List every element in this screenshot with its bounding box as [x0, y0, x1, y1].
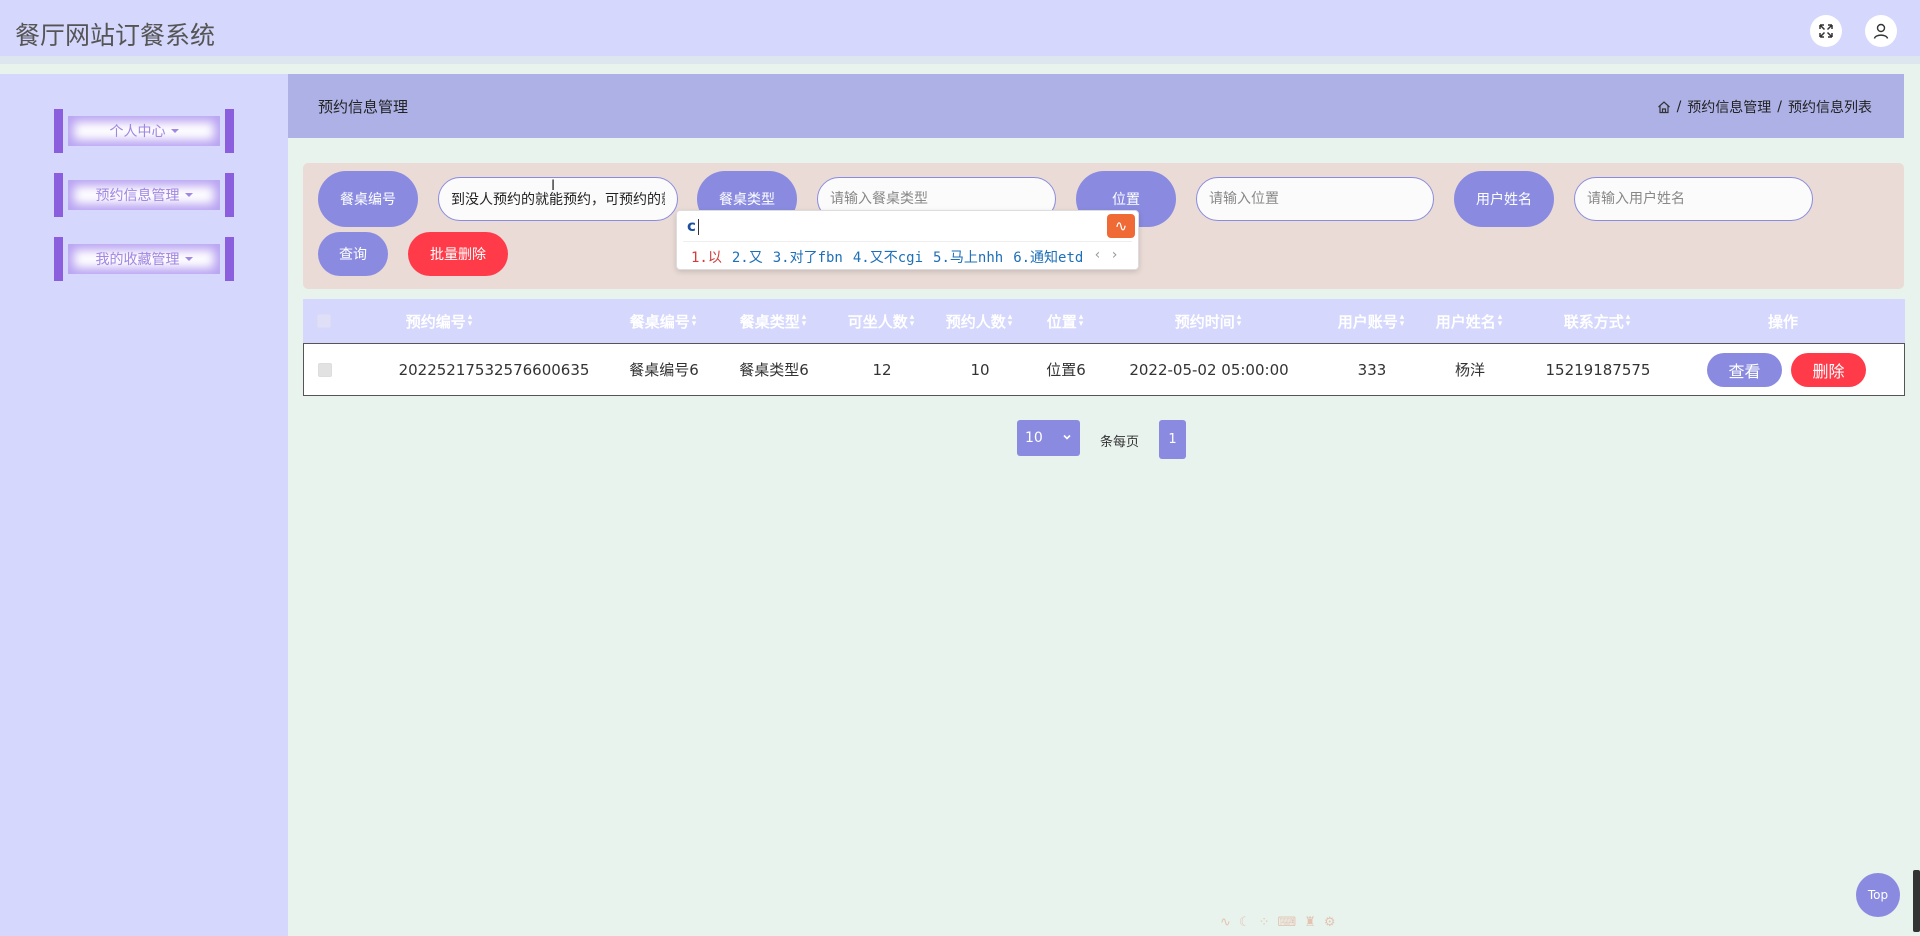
cell-capacity: 12 — [872, 360, 892, 379]
column-header[interactable]: 预约时间 ▴ ▾ — [1103, 299, 1313, 343]
ime-candidate[interactable]: 1.以 — [691, 247, 722, 267]
cell-user-name: 杨洋 — [1454, 361, 1485, 379]
cell-booking-no: 20225217532576600635 — [398, 360, 590, 379]
table-row: 20225217532576600635 餐桌编号6 餐桌类型6 12 10 位… — [303, 343, 1905, 396]
ime-toolbar-shirt-icon: ♜ — [1304, 914, 1316, 930]
user-name-input[interactable] — [1574, 177, 1813, 221]
column-header[interactable]: 餐桌类型 ▴ ▾ — [723, 299, 823, 343]
sidebar-item-label: 我的收藏管理 — [95, 252, 180, 268]
sort-icon: ▴ ▾ — [1007, 312, 1013, 329]
ime-candidate[interactable]: 4.又不cgi — [853, 247, 923, 267]
sidebar: 个人中心 预约信息管理 我的收藏管理 — [0, 74, 288, 936]
scrollbar-handle[interactable] — [1913, 870, 1920, 932]
ime-typed-text: c — [687, 217, 699, 235]
sort-icon: ▴ ▾ — [801, 312, 807, 329]
column-header[interactable]: 用户账号 ▴ ▾ — [1323, 299, 1419, 343]
breadcrumb-item[interactable]: 预约信息管理 — [1687, 97, 1771, 117]
ime-candidate[interactable]: 6.通知etd — [1013, 247, 1083, 267]
select-all-checkbox[interactable] — [317, 314, 331, 328]
column-header[interactable]: 可坐人数 ▴ ▾ — [833, 299, 929, 343]
sidebar-item-label: 个人中心 — [109, 124, 166, 140]
breadcrumb-separator: / — [1777, 99, 1782, 115]
page-title: 预约信息管理 — [318, 98, 409, 116]
ime-candidate[interactable]: 3.对了fbn — [773, 247, 843, 267]
column-header[interactable]: 联系方式 ▴ ▾ — [1527, 299, 1667, 343]
caret-down-icon — [170, 129, 179, 133]
batch-delete-button[interactable]: 批量删除 — [408, 232, 508, 276]
caret-down-icon — [184, 193, 193, 197]
breadcrumb-item: 预约信息列表 — [1788, 100, 1872, 116]
ime-toolbar-moon-icon: ☾ — [1238, 914, 1251, 930]
cell-location: 位置6 — [1046, 361, 1086, 379]
column-header[interactable]: 餐桌编号 ▴ ▾ — [613, 299, 713, 343]
row-checkbox[interactable] — [318, 362, 332, 377]
top-header: 餐厅网站订餐系统 — [0, 0, 1920, 64]
ime-page-nav-icon[interactable]: ‹ › — [1093, 247, 1118, 267]
breadcrumb-separator: / — [1676, 99, 1682, 115]
sidebar-item-favorites-management[interactable]: 我的收藏管理 — [54, 237, 234, 281]
page-number-current[interactable]: 1 — [1159, 420, 1186, 459]
ime-toolbar-logo-icon: ∿ — [1220, 914, 1231, 930]
sidebar-item-label: 预约信息管理 — [95, 188, 180, 204]
chevron-down-icon — [1062, 430, 1072, 446]
cell-account: 333 — [1357, 360, 1387, 379]
column-header[interactable]: 预约人数 ▴ ▾ — [931, 299, 1027, 343]
sort-icon: ▴ ▾ — [909, 312, 915, 329]
ime-candidate[interactable]: 5.马上nhh — [933, 247, 1003, 267]
ime-candidate-popup: c ∿ 1.以 2.又 3.对了fbn 4.又不cgi 5.马上nhh 6.通知… — [676, 210, 1139, 270]
ime-toolbar: ∿ ☾ ⁘ ⌨ ♜ ⚙ — [1220, 912, 1420, 932]
sort-icon: ▴ ▾ — [691, 312, 697, 329]
per-page-label: 条每页 — [1100, 435, 1140, 450]
caret-down-icon — [184, 257, 193, 261]
column-header[interactable]: 用户姓名 ▴ ▾ — [1421, 299, 1517, 343]
fullscreen-icon[interactable] — [1810, 15, 1842, 47]
cell-table-type: 餐桌类型6 — [739, 361, 809, 379]
column-header[interactable]: 预约编号 ▴ ▾ — [339, 299, 539, 343]
booking-table: 预约编号 ▴ ▾ 餐桌编号 ▴ ▾ 餐桌类型 ▴ ▾ 可坐人数 ▴ ▾ 预约人数 ▴ ▾ 位置 ▴ ▾ … — [303, 299, 1905, 396]
location-input[interactable] — [1196, 177, 1434, 221]
text-cursor-icon: I — [551, 178, 556, 194]
page-size-value: 10 — [1025, 430, 1043, 446]
back-to-top-button[interactable]: Top — [1856, 873, 1900, 917]
query-button[interactable]: 查询 — [318, 232, 388, 276]
content-header: 预约信息管理 / 预约信息管理 / 预约信息列表 — [288, 74, 1904, 138]
column-header-actions: 操作 — [1767, 312, 1798, 331]
column-header[interactable]: 位置 ▴ ▾ — [1035, 299, 1095, 343]
ime-candidate[interactable]: 2.又 — [732, 247, 763, 267]
ime-toolbar-keyboard-icon: ⌨ — [1277, 914, 1297, 930]
cell-time: 2022-05-02 05:00:00 — [1129, 360, 1289, 379]
cell-phone: 15219187575 — [1545, 360, 1651, 379]
sort-icon: ▴ ▾ — [1497, 312, 1503, 329]
app-title: 餐厅网站订餐系统 — [15, 21, 216, 50]
sort-icon: ▴ ▾ — [1399, 312, 1405, 329]
cell-table-no: 餐桌编号6 — [629, 361, 699, 379]
sidebar-item-booking-management[interactable]: 预约信息管理 — [54, 173, 234, 217]
page-size-select[interactable]: 10 — [1017, 420, 1080, 456]
ime-logo-icon: ∿ — [1107, 214, 1135, 238]
breadcrumb: / 预约信息管理 / 预约信息列表 — [1657, 97, 1872, 117]
sort-icon: ▴ ▾ — [1625, 312, 1631, 329]
ime-toolbar-dots-icon: ⁘ — [1258, 914, 1270, 930]
table-header: 预约编号 ▴ ▾ 餐桌编号 ▴ ▾ 餐桌类型 ▴ ▾ 可坐人数 ▴ ▾ 预约人数 ▴ ▾ 位置 ▴ ▾ … — [303, 299, 1905, 343]
sort-icon: ▴ ▾ — [1078, 312, 1084, 329]
view-button[interactable]: 查看 — [1707, 353, 1782, 387]
sort-icon: ▴ ▾ — [467, 312, 473, 329]
home-icon[interactable] — [1657, 100, 1671, 114]
sort-icon: ▴ ▾ — [1236, 312, 1242, 329]
sidebar-item-personal-center[interactable]: 个人中心 — [54, 109, 234, 153]
table-no-label: 餐桌编号 — [318, 171, 418, 227]
ime-toolbar-gear-icon: ⚙ — [1323, 914, 1336, 930]
user-name-label: 用户姓名 — [1454, 171, 1554, 227]
cell-reserved: 10 — [970, 360, 990, 379]
delete-button[interactable]: 删除 — [1791, 353, 1866, 387]
user-icon[interactable] — [1865, 15, 1897, 47]
